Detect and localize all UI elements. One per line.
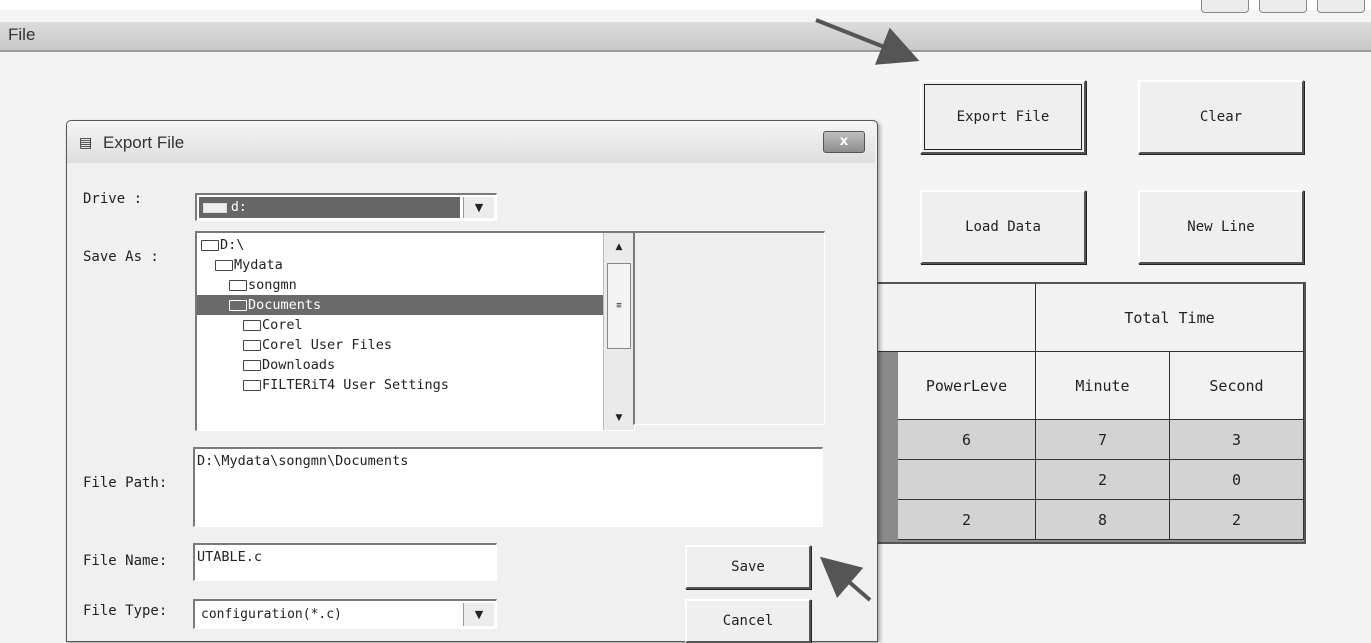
clear-button[interactable]: Clear — [1138, 80, 1304, 154]
folder-icon — [201, 239, 219, 251]
file-path-label: File Path: — [83, 475, 168, 491]
drive-value: d: — [231, 200, 247, 215]
grid-cell[interactable]: 7 — [1036, 420, 1170, 460]
folder-name: Corel — [262, 317, 303, 333]
folder-name: Downloads — [262, 357, 336, 373]
folder-tree-item[interactable]: FILTERiT4 User Settings — [197, 375, 605, 395]
close-window-button[interactable] — [1317, 0, 1365, 13]
grid-cell[interactable]: 3 — [1170, 420, 1304, 460]
maximize-button[interactable] — [1259, 0, 1307, 13]
chevron-down-icon[interactable]: ▼ — [463, 197, 494, 218]
drive-select-value: d: — [199, 197, 460, 218]
drive-select[interactable]: d: ▼ — [195, 193, 497, 221]
folder-icon — [243, 339, 261, 351]
folder-icon — [243, 379, 261, 391]
folder-tree-item[interactable]: Documents — [197, 295, 605, 315]
grid-cell[interactable]: 2 — [898, 500, 1036, 540]
folder-tree-item[interactable]: Corel — [197, 315, 605, 335]
dialog-title: Export File — [103, 133, 185, 152]
grid-cell[interactable]: 6 — [898, 420, 1036, 460]
grid-column-header[interactable]: Minute — [1036, 352, 1170, 420]
chevron-down-icon[interactable]: ▼ — [463, 603, 494, 626]
window-top-strip — [0, 0, 1371, 10]
folder-icon — [229, 279, 247, 291]
grid-header-blank — [874, 284, 1036, 352]
file-path-field[interactable]: D:\Mydata\songmn\Documents — [193, 447, 823, 527]
folder-icon — [229, 299, 247, 311]
drive-label: Drive : — [83, 191, 143, 207]
folder-icon — [215, 259, 233, 271]
folder-name: songmn — [248, 277, 297, 293]
close-icon: x — [839, 134, 849, 149]
grid-cell[interactable]: 2 — [1170, 500, 1304, 540]
grid-column-header[interactable]: PowerLeve — [898, 352, 1036, 420]
load-data-button[interactable]: Load Data — [920, 190, 1086, 264]
folder-name: FILTERiT4 User Settings — [262, 377, 449, 393]
minimize-button[interactable] — [1201, 0, 1249, 13]
grid-cell[interactable]: 8 — [1036, 500, 1170, 540]
drive-icon — [203, 202, 227, 213]
new-line-button[interactable]: New Line — [1138, 190, 1304, 264]
folder-tree-item[interactable]: Downloads — [197, 355, 605, 375]
folder-tree-item[interactable]: Corel User Files — [197, 335, 605, 355]
dialog-close-button[interactable]: x — [823, 131, 865, 153]
folder-name: Mydata — [234, 257, 283, 273]
folder-tree-item[interactable]: Mydata — [197, 255, 605, 275]
save-button[interactable]: Save — [685, 545, 811, 589]
export-file-button[interactable]: Export File — [920, 80, 1086, 154]
window-icon: ▤ — [79, 135, 93, 151]
export-file-dialog: ▤ Export File x Drive : d: ▼ Save As : D… — [66, 120, 878, 643]
grid-cell[interactable] — [898, 460, 1036, 500]
folder-tree-item[interactable]: songmn — [197, 275, 605, 295]
grid-column-header[interactable]: Second — [1170, 352, 1304, 420]
folder-icon — [243, 359, 261, 371]
folder-name: D:\ — [220, 237, 245, 253]
file-name-label: File Name: — [83, 553, 168, 569]
folder-name: Corel User Files — [262, 337, 393, 353]
save-as-label: Save As : — [83, 249, 159, 265]
grid-cell[interactable]: 0 — [1170, 460, 1304, 500]
folder-icon — [243, 319, 261, 331]
file-type-value: configuration(*.c) — [197, 603, 460, 626]
scroll-up-icon[interactable]: ▲ — [604, 237, 634, 257]
folder-tree[interactable]: D:\ Mydata songmn Documents Corel Corel User … — [195, 231, 635, 431]
menu-file[interactable]: File — [8, 25, 35, 45]
folder-name: Documents — [248, 297, 322, 313]
grid-group-header: Total Time — [1036, 284, 1304, 352]
data-grid[interactable]: Total Time PowerLeve Minute Second 6 7 3… — [872, 282, 1306, 544]
file-type-label: File Type: — [83, 603, 168, 619]
cancel-button[interactable]: Cancel — [685, 599, 811, 643]
grid-cell[interactable]: 2 — [1036, 460, 1170, 500]
file-list-pane[interactable] — [633, 231, 825, 425]
folder-tree-item[interactable]: D:\ — [197, 235, 605, 255]
folder-tree-scrollbar[interactable]: ▲ ≡ ▼ — [603, 233, 634, 430]
scroll-down-icon[interactable]: ▼ — [604, 408, 634, 428]
file-name-field[interactable]: UTABLE.c — [193, 543, 497, 581]
scroll-thumb[interactable]: ≡ — [607, 263, 631, 349]
file-type-select[interactable]: configuration(*.c) ▼ — [193, 599, 497, 629]
menu-bar: File — [0, 22, 1371, 52]
dialog-title-bar[interactable]: ▤ Export File x — [67, 121, 875, 163]
